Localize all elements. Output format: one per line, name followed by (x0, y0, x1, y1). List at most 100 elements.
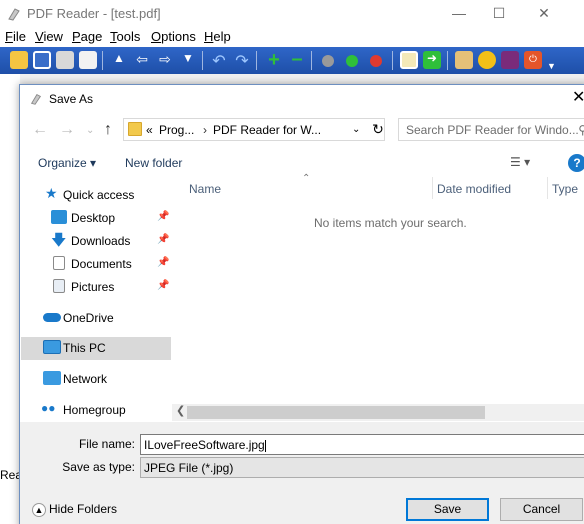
prev-page-icon[interactable]: ⇦ (133, 51, 151, 69)
column-header: ⌃ Name Date modified Type (172, 173, 584, 199)
nav-homegroup[interactable]: ●● Homegroup (21, 399, 171, 421)
app-titlebar: PDF Reader - [test.pdf] — ☐ ✕ (0, 0, 584, 27)
up-arrow-icon[interactable]: ↑ (104, 121, 112, 139)
scrollbar-thumb[interactable] (187, 406, 485, 419)
cancel-button[interactable]: Cancel (500, 498, 583, 521)
desktop-icon (51, 210, 67, 224)
nav-label: Network (63, 372, 108, 386)
address-bar[interactable]: « Prog... › PDF Reader for W... ⌄ (123, 118, 385, 141)
toolbar-overflow-icon[interactable]: ▼ (547, 61, 557, 79)
settings-icon[interactable] (478, 51, 496, 69)
file-name-label: File name: (78, 437, 135, 451)
new-folder-button[interactable]: New folder (125, 156, 182, 170)
gray-dot-icon[interactable] (322, 55, 334, 67)
navigation-pane: ★ Quick access Desktop 📌 🡇 Downloads 📌 D… (21, 177, 171, 422)
column-name[interactable]: Name (189, 182, 221, 196)
refresh-icon[interactable]: ↻ (369, 118, 387, 141)
pdf-reader-dialog-icon (30, 94, 42, 105)
save-as-type-select[interactable]: JPEG File (*.jpg) (140, 457, 584, 478)
app-toolbar: ▲ ⇦ ⇨ ▼ ↶ ↷ + – ➜ ⏻ ▼ (0, 47, 584, 74)
app-title: PDF Reader - [test.pdf] (27, 6, 161, 21)
hide-folders-button[interactable]: ▲ Hide Folders (32, 502, 117, 517)
toolbar-separator (447, 51, 448, 70)
nav-label: OneDrive (63, 311, 114, 325)
undo-icon[interactable]: ↶ (210, 51, 228, 70)
menu-help[interactable]: Help (204, 29, 231, 44)
pictures-icon (53, 279, 65, 293)
red-dot-icon[interactable] (370, 55, 382, 67)
download-arrow-icon: 🡇 (51, 232, 67, 249)
save-icon[interactable] (33, 51, 51, 69)
column-divider[interactable] (432, 177, 433, 199)
power-icon[interactable]: ⏻ (524, 51, 542, 69)
column-type[interactable]: Type (552, 182, 578, 196)
pdf-reader-app-icon (8, 8, 20, 21)
column-divider[interactable] (547, 177, 548, 199)
nav-desktop[interactable]: Desktop 📌 (21, 207, 171, 229)
scroll-left-icon[interactable]: ❮ (176, 404, 185, 417)
copy-icon[interactable] (79, 51, 97, 69)
page-view-icon[interactable] (400, 51, 418, 69)
toolbar-separator (392, 51, 393, 70)
menu-options[interactable]: Options (151, 29, 196, 44)
menu-file[interactable]: File (5, 29, 26, 44)
first-page-icon[interactable]: ▲ (110, 51, 128, 69)
last-page-icon[interactable]: ▼ (179, 51, 197, 69)
sort-ascending-icon: ⌃ (302, 173, 311, 184)
pin-icon: 📌 (157, 211, 170, 222)
pin-icon: 📌 (157, 234, 170, 245)
breadcrumb-overflow[interactable]: « (146, 123, 153, 137)
green-dot-icon[interactable] (346, 55, 358, 67)
save-as-type-value: JPEG File (*.jpg) (144, 461, 234, 475)
view-options-icon[interactable]: ☰ ▾ (510, 155, 530, 169)
pin-icon: 📌 (157, 280, 170, 291)
maximize-icon[interactable]: ☐ (476, 0, 522, 27)
nav-downloads[interactable]: 🡇 Downloads 📌 (21, 230, 171, 252)
cloud-icon (43, 313, 61, 322)
nav-onedrive[interactable]: OneDrive (21, 307, 171, 329)
column-date-modified[interactable]: Date modified (437, 182, 511, 196)
menu-page[interactable]: Page (72, 29, 102, 44)
next-page-icon[interactable]: ⇨ (156, 51, 174, 69)
breadcrumb-program-files[interactable]: Prog... (159, 123, 194, 137)
open-icon[interactable] (10, 51, 28, 69)
nav-network[interactable]: Network (21, 368, 171, 390)
file-name-input[interactable]: ILoveFreeSoftware.jpg (140, 434, 584, 455)
zoom-in-icon[interactable]: + (265, 50, 283, 70)
redo-icon[interactable]: ↷ (233, 51, 251, 70)
book-icon[interactable] (501, 51, 519, 69)
nav-pictures[interactable]: Pictures 📌 (21, 276, 171, 298)
print-icon[interactable] (56, 51, 74, 69)
menu-view[interactable]: View (35, 29, 63, 44)
nav-label: Pictures (71, 280, 115, 294)
back-arrow-icon[interactable]: ← (32, 121, 48, 139)
tools-icon[interactable] (455, 51, 473, 69)
menu-tools[interactable]: Tools (110, 29, 140, 44)
export-icon[interactable]: ➜ (423, 51, 441, 69)
save-button[interactable]: Save (406, 498, 489, 521)
dialog-title: Save As (49, 92, 94, 106)
search-input[interactable]: Search PDF Reader for Windo... ⚲ (398, 118, 584, 141)
zoom-out-icon[interactable]: – (288, 49, 306, 69)
help-icon[interactable]: ? (568, 154, 584, 172)
forward-arrow-icon[interactable]: → (59, 121, 75, 139)
recent-locations-chevron-icon[interactable]: ⌄ (86, 125, 94, 136)
nav-label: Documents (71, 257, 132, 271)
dialog-close-icon[interactable]: ✕ (572, 87, 584, 109)
close-icon[interactable]: ✕ (521, 0, 567, 27)
nav-quick-access[interactable]: ★ Quick access (21, 184, 171, 206)
navigation-row: ← → ⌄ ↑ « Prog... › PDF Reader for W... … (20, 113, 584, 147)
breadcrumb-pdf-reader[interactable]: PDF Reader for W... (213, 123, 321, 137)
horizontal-scrollbar[interactable]: ❮ (172, 404, 584, 421)
nav-label: Homegroup (63, 403, 126, 417)
organize-button[interactable]: Organize ▾ (38, 156, 96, 170)
search-placeholder: Search PDF Reader for Windo... (406, 123, 579, 137)
folder-icon (128, 122, 142, 136)
save-as-type-label: Save as type: (62, 460, 135, 474)
nav-documents[interactable]: Documents 📌 (21, 253, 171, 275)
nav-this-pc[interactable]: This PC (21, 337, 171, 360)
nav-label: Quick access (63, 188, 135, 202)
nav-label: This PC (63, 341, 106, 355)
empty-list-message: No items match your search. (314, 216, 467, 230)
address-dropdown-icon[interactable]: ⌄ (352, 124, 360, 135)
